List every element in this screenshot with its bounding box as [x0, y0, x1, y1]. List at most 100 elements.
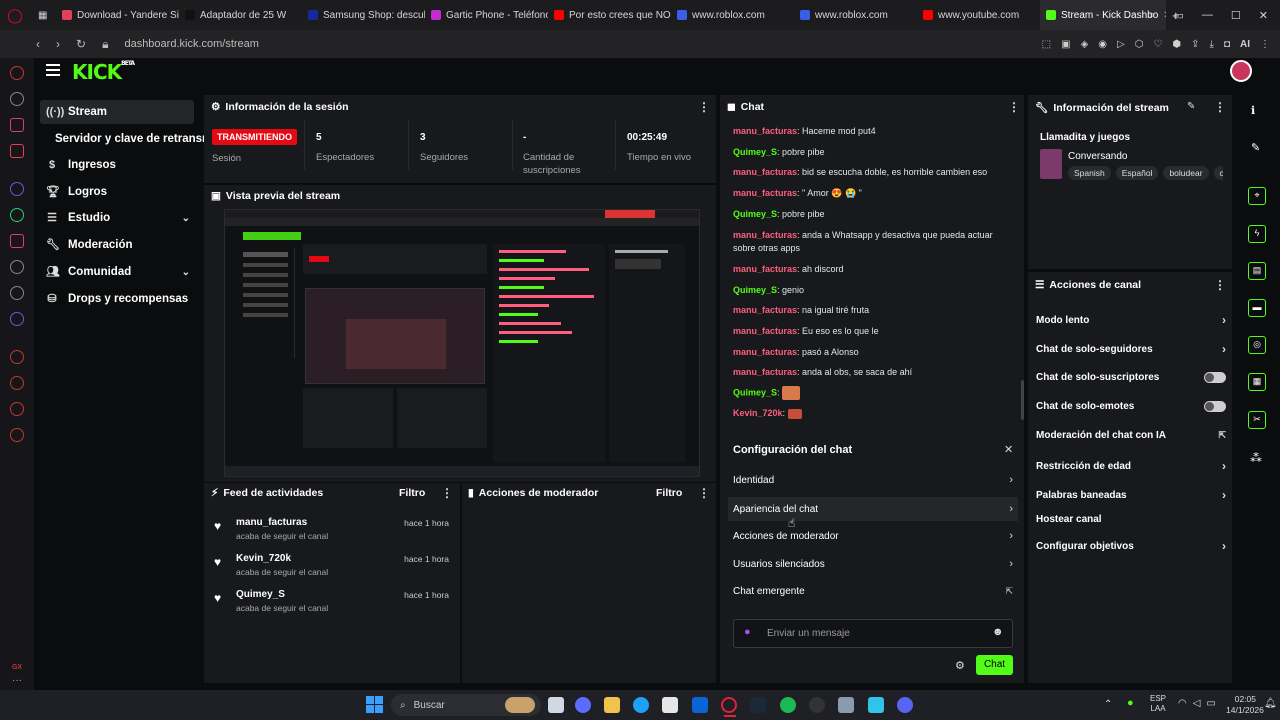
chat-username[interactable]: manu_facturas	[733, 230, 797, 240]
tag[interactable]: boludear	[1163, 166, 1209, 180]
nav-comunidad[interactable]: 👥︎ Comunidad ⌄	[40, 260, 194, 284]
minimize-icon[interactable]: —	[1202, 9, 1213, 21]
heart-icon[interactable]: ♡	[1153, 39, 1162, 50]
nav-moderacion[interactable]: 🔧︎ Moderación	[40, 233, 194, 257]
share-icon[interactable]: ⇪	[1191, 39, 1199, 50]
hamburger-menu-icon[interactable]	[46, 64, 60, 76]
nav-ingresos[interactable]: $ Ingresos	[40, 153, 194, 177]
browser-tab-active[interactable]: Stream - Kick Dashbo✕	[1040, 0, 1166, 30]
nav-stream[interactable]: ((·)) Stream	[40, 100, 194, 124]
chat-username[interactable]: manu_facturas	[733, 326, 797, 336]
cube-icon[interactable]: ⬡	[1135, 39, 1144, 50]
opera-menu-icon[interactable]: ◯	[0, 0, 30, 30]
chevron-down-icon[interactable]: ⌄	[182, 267, 190, 278]
play-icon[interactable]: ▷	[1117, 39, 1125, 50]
url-field[interactable]: dashboard.kick.com/stream	[124, 38, 259, 50]
obs-icon[interactable]	[809, 697, 825, 713]
vpn-icon[interactable]: ◉	[1098, 39, 1107, 50]
tag[interactable]: c	[1213, 166, 1223, 180]
chevron-down-icon[interactable]: ⌄	[182, 213, 190, 224]
settings-icon[interactable]	[10, 428, 24, 442]
spotify-icon[interactable]	[780, 697, 796, 713]
apps-icon[interactable]: ⁂	[1250, 451, 1262, 465]
store-icon[interactable]	[662, 697, 678, 713]
mic-icon[interactable]: ●	[744, 626, 751, 638]
gaming-icon[interactable]	[10, 118, 24, 132]
close-window-icon[interactable]: ✕	[1259, 9, 1268, 22]
edge-icon[interactable]	[633, 697, 649, 713]
pencil-icon[interactable]: ✎	[1251, 141, 1260, 154]
chat-username[interactable]: manu_facturas	[733, 367, 797, 377]
lightning-icon[interactable]: ϟ	[1248, 225, 1266, 243]
session-menu-icon[interactable]: ⋮	[698, 100, 710, 114]
browser-tab[interactable]: Download - Yandere Sim	[56, 0, 179, 30]
close-icon[interactable]: ✕	[1004, 443, 1013, 456]
activity-menu-icon[interactable]: ⋮	[441, 486, 453, 500]
config-identidad[interactable]: Identidad ›	[733, 474, 1013, 486]
instagram-icon[interactable]	[10, 234, 24, 248]
reload-icon[interactable]: ↻	[76, 37, 86, 52]
discord-icon[interactable]	[10, 312, 24, 326]
nav-servidor-clave[interactable]: Servidor y clave de retransm	[49, 127, 212, 151]
menu-icon[interactable]: ⋮	[1260, 39, 1270, 50]
tray-chevron-icon[interactable]: ⌃	[1104, 699, 1112, 710]
search-tabs-icon[interactable]: ⌕	[1149, 9, 1155, 22]
modactions-menu-icon[interactable]: ⋮	[698, 486, 710, 500]
aria-icon[interactable]	[10, 66, 24, 80]
tab-overview-icon[interactable]: ▦	[30, 0, 56, 30]
task-view-icon[interactable]	[548, 697, 564, 713]
download-icon[interactable]: ⤓	[1210, 39, 1214, 50]
chat-username[interactable]: manu_facturas	[733, 305, 797, 315]
browser-tab[interactable]: Gartic Phone - Teléfono	[425, 0, 548, 30]
download-tab-icon[interactable]: ▭	[1174, 9, 1184, 22]
emoji-icon[interactable]: ☻	[992, 626, 1004, 638]
browser-tab[interactable]: Adaptador de 25 W	[179, 0, 302, 30]
discord-app-icon[interactable]	[897, 697, 913, 713]
action-restriccion-edad[interactable]: Restricción de edad ›	[1036, 459, 1226, 473]
chat-username[interactable]: Kevin_720k	[733, 408, 783, 418]
browser-tab[interactable]: www.roblox.com	[671, 0, 794, 30]
chat-username[interactable]: Quimey_S	[733, 285, 777, 295]
nav-estudio[interactable]: ☰ Estudio ⌄	[40, 206, 194, 230]
camera-icon[interactable]: ◘	[1224, 39, 1230, 50]
tools-icon[interactable]: ✂	[1248, 411, 1266, 429]
twitch-icon[interactable]	[10, 182, 24, 196]
file-explorer-icon[interactable]	[604, 697, 620, 713]
windows-start-icon[interactable]	[366, 696, 383, 713]
outlook-icon[interactable]	[692, 697, 708, 713]
tag[interactable]: Español	[1115, 166, 1159, 180]
clock[interactable]: 02:05 14/1/2026	[1226, 694, 1264, 716]
config-apariencia[interactable]: Apariencia del chat ›	[728, 497, 1018, 521]
chat-username[interactable]: manu_facturas	[733, 347, 797, 357]
x-icon[interactable]	[10, 286, 24, 300]
stream-preview-video[interactable]	[224, 209, 700, 477]
stream-info-menu-icon[interactable]: ⋮	[1214, 100, 1226, 114]
layout-icon[interactable]: ▦	[1248, 373, 1266, 391]
action-hostear-canal[interactable]: Hostear canal	[1036, 514, 1226, 525]
opera-gx-icon[interactable]	[721, 697, 737, 713]
copilot-icon[interactable]	[575, 697, 591, 713]
chat-input-placeholder[interactable]: Enviar un mensaje	[767, 628, 850, 639]
snapshot-icon[interactable]: ▣	[1061, 39, 1070, 50]
browser-tab[interactable]: www.roblox.com	[794, 0, 917, 30]
more-icon[interactable]: ···	[12, 675, 22, 686]
steam-icon[interactable]	[750, 697, 766, 713]
gx-control-icon[interactable]	[10, 144, 24, 158]
toggle-switch[interactable]	[1204, 372, 1226, 383]
tag[interactable]: Spanish	[1068, 166, 1111, 180]
maximize-icon[interactable]: ☐	[1231, 9, 1241, 22]
player-icon[interactable]	[10, 350, 24, 364]
speed-dial-icon[interactable]	[10, 92, 24, 106]
config-chat-emergente[interactable]: Chat emergente ⇱	[733, 586, 1013, 597]
broadcast-icon[interactable]: ◎	[1248, 336, 1266, 354]
crosshair-icon[interactable]: ⌖	[1248, 187, 1266, 205]
nav-drops[interactable]: ⛁ Drops y recompensas	[40, 287, 194, 311]
pin-icon[interactable]: ⬚	[1042, 39, 1051, 50]
action-palabras-baneadas[interactable]: Palabras baneadas ›	[1036, 488, 1226, 502]
ai-button[interactable]: AI	[1240, 39, 1250, 50]
chat-scrollbar[interactable]	[1021, 380, 1024, 420]
chat-username[interactable]: manu_facturas	[733, 167, 797, 177]
taskbar-search[interactable]: ⌕ Buscar	[391, 694, 541, 716]
edit-icon[interactable]: ✎	[1187, 101, 1195, 112]
history-icon[interactable]	[10, 376, 24, 390]
